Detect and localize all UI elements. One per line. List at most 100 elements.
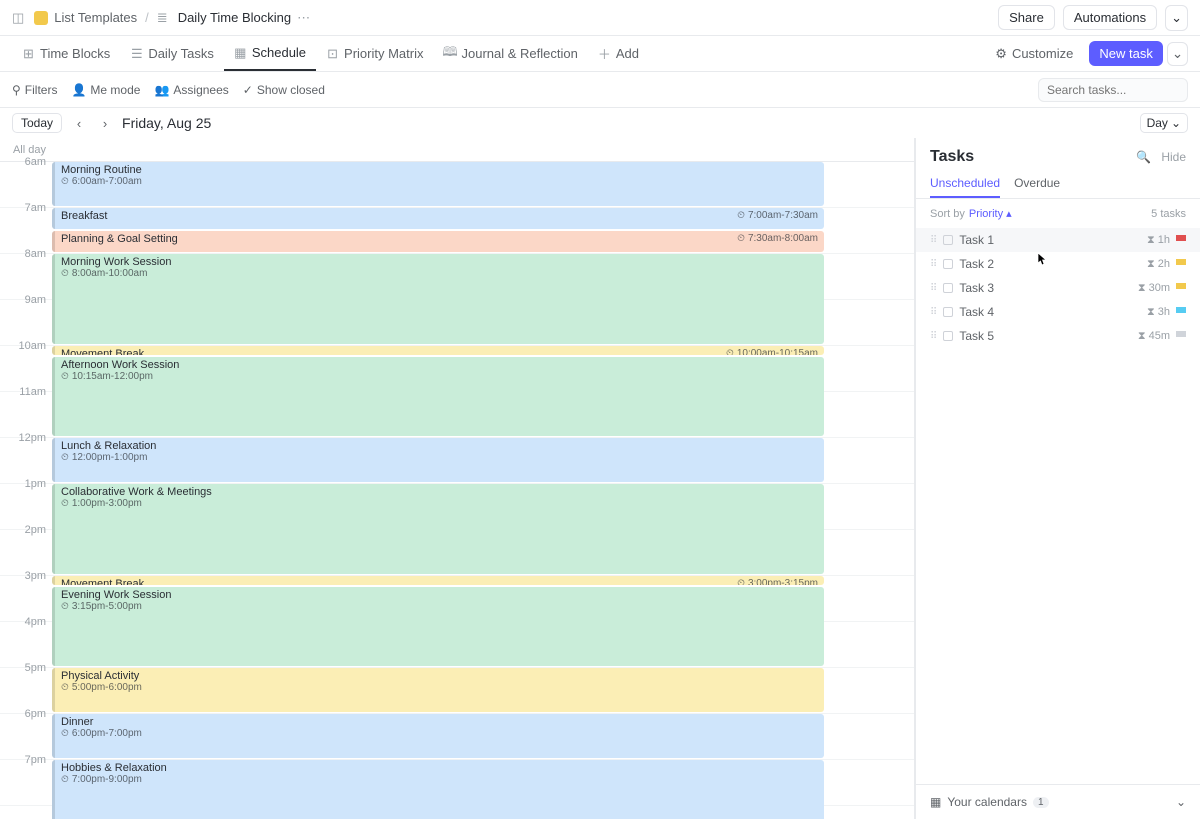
event-block[interactable]: Planning & Goal Setting⏲ 7:30am-8:00am <box>52 231 824 252</box>
tab-journal[interactable]: 🕮Journal & Reflection <box>434 36 588 71</box>
breadcrumb-list[interactable]: ≣ Daily Time Blocking <box>157 10 291 26</box>
event-title: Collaborative Work & Meetings <box>61 486 818 498</box>
event-block[interactable]: Hobbies & Relaxation⏲ 7:00pm-9:00pm <box>52 760 824 819</box>
chevron-down-icon: ⌄ <box>1171 116 1181 130</box>
hour-label: 3pm <box>0 570 52 615</box>
priority-flag-icon[interactable] <box>1176 331 1186 341</box>
more-menu[interactable]: ⋯ <box>297 10 310 26</box>
task-count: 5 tasks <box>1151 208 1186 220</box>
panel-tab-unscheduled[interactable]: Unscheduled <box>930 176 1000 198</box>
next-day[interactable]: › <box>96 116 114 131</box>
task-name: Task 4 <box>959 305 1141 319</box>
task-row[interactable]: ⠿ Task 2 ⧗ 2h <box>916 252 1200 276</box>
task-checkbox[interactable] <box>943 307 953 317</box>
new-task-dropdown[interactable]: ⌄ <box>1167 42 1188 66</box>
drag-handle-icon[interactable]: ⠿ <box>930 235 937 246</box>
task-checkbox[interactable] <box>943 283 953 293</box>
drag-handle-icon[interactable]: ⠿ <box>930 259 937 270</box>
drag-handle-icon[interactable]: ⠿ <box>930 283 937 294</box>
hour-label: 6pm <box>0 708 52 753</box>
task-row[interactable]: ⠿ Task 3 ⧗ 30m <box>916 276 1200 300</box>
event-title: Physical Activity <box>61 670 818 682</box>
task-checkbox[interactable] <box>943 235 953 245</box>
event-block[interactable]: Afternoon Work Session⏲ 10:15am-12:00pm <box>52 357 824 436</box>
chevron-down-icon: ⌄ <box>1176 795 1186 809</box>
event-title: Morning Work Session <box>61 256 818 268</box>
drag-handle-icon[interactable]: ⠿ <box>930 307 937 318</box>
tab-schedule[interactable]: ▦Schedule <box>224 36 316 71</box>
task-row[interactable]: ⠿ Task 1 ⧗ 1h <box>916 228 1200 252</box>
automations-button[interactable]: Automations <box>1063 5 1157 30</box>
event-block[interactable]: Morning Routine⏲ 6:00am-7:00am <box>52 162 824 206</box>
sort-field[interactable]: Priority ▴ <box>969 207 1012 220</box>
filter-label: Filters <box>25 83 58 97</box>
event-block[interactable]: Dinner⏲ 6:00pm-7:00pm <box>52 714 824 758</box>
event-block[interactable]: Movement Break⏲ 3:00pm-3:15pm <box>52 576 824 585</box>
filter-filters[interactable]: ⚲ Filters <box>12 83 57 97</box>
calendar-count: 1 <box>1033 797 1049 808</box>
new-task-button[interactable]: New task <box>1089 41 1162 66</box>
event-time: ⏲ 8:00am-10:00am <box>61 268 818 279</box>
hour-label: 7pm <box>0 754 52 799</box>
task-name: Task 5 <box>959 329 1132 343</box>
date-nav: Today ‹ › Friday, Aug 25 Day⌄ <box>0 108 1200 138</box>
task-duration: ⧗ 2h <box>1147 258 1170 271</box>
task-row[interactable]: ⠿ Task 5 ⧗ 45m <box>916 324 1200 348</box>
priority-flag-icon[interactable] <box>1176 307 1186 317</box>
matrix-icon: ⊡ <box>326 47 339 60</box>
tab-matrix[interactable]: ⊡ Priority Matrix <box>316 36 433 71</box>
event-block[interactable]: Lunch & Relaxation⏲ 12:00pm-1:00pm <box>52 438 824 482</box>
priority-flag-icon[interactable] <box>1176 235 1186 245</box>
automations-chevron[interactable]: ⌄ <box>1165 5 1188 31</box>
tab-time-blocks[interactable]: ⊞Time Blocks <box>12 36 120 71</box>
filter-assignees[interactable]: 👥Assignees <box>154 83 228 97</box>
topbar: ◫ List Templates / ≣ Daily Time Blocking… <box>0 0 1200 36</box>
tab-label: Priority Matrix <box>344 46 423 61</box>
panel-hide[interactable]: Hide <box>1161 150 1186 164</box>
today-button[interactable]: Today <box>12 113 62 133</box>
hour-label: 7am <box>0 202 52 247</box>
search-input[interactable] <box>1047 83 1157 97</box>
event-block[interactable]: Movement Break⏲ 10:00am-10:15am <box>52 346 824 355</box>
hour-label: 2pm <box>0 524 52 569</box>
tab-add[interactable]: ＋Add <box>588 36 649 71</box>
event-title: Planning & Goal Setting <box>61 233 818 245</box>
event-block[interactable]: Evening Work Session⏲ 3:15pm-5:00pm <box>52 587 824 666</box>
filter-label: Me mode <box>90 83 140 97</box>
panel-search-icon[interactable]: 🔍 <box>1136 150 1151 164</box>
event-time: ⏲ 3:15pm-5:00pm <box>61 601 818 612</box>
task-row[interactable]: ⠿ Task 4 ⧗ 3h <box>916 300 1200 324</box>
customize-button[interactable]: ⚙Customize <box>985 46 1083 62</box>
share-button[interactable]: Share <box>998 5 1055 30</box>
priority-flag-icon[interactable] <box>1176 283 1186 293</box>
tab-daily-tasks[interactable]: ☰Daily Tasks <box>120 36 224 71</box>
hour-label: 8am <box>0 248 52 293</box>
breadcrumb-folder[interactable]: List Templates <box>34 10 137 25</box>
filter-show-closed[interactable]: ✓Show closed <box>243 83 325 97</box>
drag-handle-icon[interactable]: ⠿ <box>930 331 937 342</box>
filter-me-mode[interactable]: 👤Me mode <box>71 83 140 97</box>
hour-label: 1pm <box>0 478 52 523</box>
panel-tab-overdue[interactable]: Overdue <box>1014 176 1060 198</box>
breadcrumb-sep: / <box>145 10 149 25</box>
prev-day[interactable]: ‹ <box>70 116 88 131</box>
task-checkbox[interactable] <box>943 259 953 269</box>
hour-label: 5pm <box>0 662 52 707</box>
priority-flag-icon[interactable] <box>1176 259 1186 269</box>
event-block[interactable]: Collaborative Work & Meetings⏲ 1:00pm-3:… <box>52 484 824 574</box>
event-title: Breakfast <box>61 210 818 222</box>
search-box[interactable] <box>1038 78 1188 102</box>
your-calendars-row[interactable]: ▦ Your calendars 1 ⌄ <box>916 784 1200 819</box>
event-block[interactable]: Physical Activity⏲ 5:00pm-6:00pm <box>52 668 824 712</box>
sidebar-toggle-icon[interactable]: ◫ <box>12 10 24 26</box>
filter-icon: ⚲ <box>12 83 21 97</box>
allday-row[interactable]: All day <box>0 138 914 162</box>
view-range-picker[interactable]: Day⌄ <box>1140 113 1188 133</box>
task-list: ⠿ Task 1 ⧗ 1h ⠿ Task 2 ⧗ 2h ⠿ Task 3 ⧗ 3… <box>916 228 1200 784</box>
tab-label: Add <box>616 46 639 61</box>
event-block[interactable]: Morning Work Session⏲ 8:00am-10:00am <box>52 254 824 344</box>
hour-label: 9am <box>0 294 52 339</box>
event-block[interactable]: Breakfast⏲ 7:00am-7:30am <box>52 208 824 229</box>
calendar-icon: ▦ <box>930 795 941 809</box>
task-checkbox[interactable] <box>943 331 953 341</box>
